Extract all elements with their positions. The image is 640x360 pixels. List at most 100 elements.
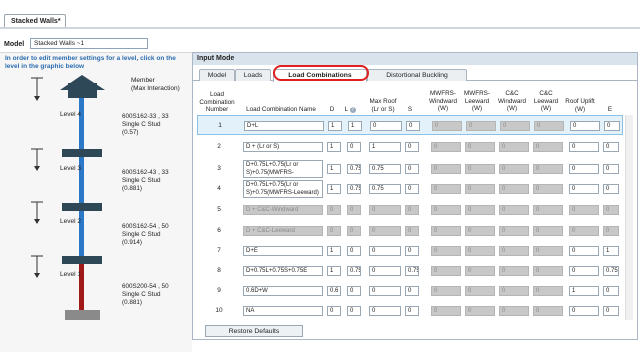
header-d: D xyxy=(329,106,335,113)
combination-name-field[interactable]: D+E xyxy=(243,246,323,256)
factor-field-up[interactable]: 0 xyxy=(569,246,599,256)
factor-field-l[interactable]: 0 xyxy=(347,286,361,296)
factor-field-roof[interactable]: 0 xyxy=(369,306,401,316)
factor-field-s[interactable]: 0 xyxy=(405,184,419,194)
factor-field-e[interactable]: 0 xyxy=(603,184,619,194)
factor-field-up[interactable]: 1 xyxy=(569,286,599,296)
factor-field-d[interactable]: 1 xyxy=(327,164,341,174)
factor-field-d[interactable]: 1 xyxy=(327,142,341,152)
factor-field-mw: 0 xyxy=(431,286,461,296)
factor-field-l[interactable]: 0.75 xyxy=(347,164,361,174)
table-row[interactable]: 8 D+0.75L+0.75S+0.75E 1 0.75 0 0.75 0 0 0 0 0 0.75 xyxy=(197,261,623,281)
factor-field-s[interactable]: 0 xyxy=(405,164,419,174)
level-4-label[interactable]: Level 4 xyxy=(60,111,81,118)
factor-field-roof[interactable]: 0 xyxy=(370,121,402,131)
level-1-label[interactable]: Level 1 xyxy=(60,271,81,278)
factor-field-e[interactable]: 0 xyxy=(603,286,619,296)
factor-field-up[interactable]: 0 xyxy=(569,266,599,276)
factor-field-s[interactable]: 0 xyxy=(405,286,419,296)
factor-field-s[interactable]: 0 xyxy=(406,121,420,131)
factor-field-l[interactable]: 0 xyxy=(347,246,361,256)
table-row[interactable]: 9 0.6D+W 0.6 0 0 0 0 0 0 0 1 0 xyxy=(197,281,623,301)
factor-field-ml: 0 xyxy=(465,306,495,316)
model-name-field[interactable]: Stacked Walls ~1 xyxy=(30,38,148,49)
factor-field-roof[interactable]: 0.75 xyxy=(369,184,401,194)
factor-field-l[interactable]: 0 xyxy=(347,142,361,152)
factor-field-s[interactable]: 0 xyxy=(405,246,419,256)
tab-loads[interactable]: Loads xyxy=(235,69,271,81)
factor-field-l[interactable]: 1 xyxy=(348,121,362,131)
factor-field-d[interactable]: 1 xyxy=(327,246,341,256)
factor-field-roof[interactable]: 1 xyxy=(369,142,401,152)
factor-field-up[interactable]: 0 xyxy=(569,164,599,174)
combination-name-field[interactable]: NA xyxy=(243,306,323,316)
factor-field-cl: 0 xyxy=(533,306,563,316)
factor-field-ml: 0 xyxy=(465,142,495,152)
restore-defaults-button[interactable]: Restore Defaults xyxy=(205,325,303,337)
factor-field-up[interactable]: 0 xyxy=(569,306,599,316)
load-arrow-icon xyxy=(31,77,43,101)
factor-field-e[interactable]: 0 xyxy=(603,306,619,316)
combination-name-field[interactable]: D+L xyxy=(244,121,324,131)
factor-field-e[interactable]: 0 xyxy=(603,142,619,152)
input-mode-tabs: Model Loads Load Combinations Distortion… xyxy=(193,67,637,82)
table-row[interactable]: 6D + C&C-Leeward 0 0 0 0 0 0 0 0 0 0 xyxy=(197,221,623,241)
factor-field-d[interactable]: 0 xyxy=(327,306,341,316)
level-2-label[interactable]: Level 2 xyxy=(60,218,81,225)
combination-name-field[interactable]: D + C&C-Windward xyxy=(243,205,323,215)
factor-field-roof[interactable]: 0 xyxy=(369,266,401,276)
table-row[interactable]: 3 D+0.75L+0.75(Lr or S)+0.75(MWFRS-Windwa… xyxy=(197,159,623,179)
load-arrow-icon xyxy=(31,201,43,224)
factor-field-s[interactable]: 0 xyxy=(405,306,419,316)
combination-name-field[interactable]: D + C&C-Leeward xyxy=(243,226,323,236)
combination-name-field[interactable]: 0.6D+W xyxy=(243,286,323,296)
tab-distortional-buckling[interactable]: Distortional Buckling xyxy=(367,69,467,81)
factor-field-up: 0 xyxy=(569,205,599,215)
factor-field-ml: 0 xyxy=(465,226,495,236)
table-row[interactable]: 10 NA 0 0 0 0 0 0 0 0 0 0 xyxy=(197,301,623,321)
factor-field-cw: 0 xyxy=(499,205,529,215)
document-tab-stacked-walls[interactable]: Stacked Walls* xyxy=(4,14,66,28)
factor-field-d[interactable]: 0.6 xyxy=(327,286,341,296)
factor-field-up[interactable]: 0 xyxy=(570,121,600,131)
table-row[interactable]: 7 D+E 1 0 0 0 0 0 0 0 0 1 xyxy=(197,241,623,261)
tab-strip-divider xyxy=(0,27,640,29)
level-3-label[interactable]: Level 3 xyxy=(60,165,81,172)
factor-field-ml: 0 xyxy=(465,184,495,194)
factor-field-up[interactable]: 0 xyxy=(569,142,599,152)
combination-name-field[interactable]: D+0.75L+0.75(Lr or S)+0.75(MWFRS-Leeward… xyxy=(243,180,323,198)
factor-field-mw: 0 xyxy=(431,205,461,215)
factor-field-s[interactable]: 0 xyxy=(405,142,419,152)
table-row[interactable]: 5D + C&C-Windward 0 0 0 0 0 0 0 0 0 0 xyxy=(197,200,623,220)
factor-field-e[interactable]: 0 xyxy=(603,164,619,174)
factor-field-e[interactable]: 0 xyxy=(604,121,620,131)
info-icon[interactable]: ? xyxy=(349,107,356,113)
factor-field-s[interactable]: 0.75 xyxy=(405,266,419,276)
factor-field-l[interactable]: 0.75 xyxy=(347,266,361,276)
combination-name-field[interactable]: D+0.75L+0.75(Lr or S)+0.75(MWFRS-Windwar… xyxy=(243,160,323,178)
factor-field-l[interactable]: 0.75 xyxy=(347,184,361,194)
factor-field-roof[interactable]: 0 xyxy=(369,246,401,256)
factor-field-d: 0 xyxy=(327,226,341,236)
factor-field-cw: 0 xyxy=(499,184,529,194)
factor-field-up[interactable]: 0 xyxy=(569,184,599,194)
factor-field-mw: 0 xyxy=(431,306,461,316)
factor-field-roof[interactable]: 0.75 xyxy=(369,164,401,174)
factor-field-e[interactable]: 1 xyxy=(603,246,619,256)
factor-field-roof[interactable]: 0 xyxy=(369,286,401,296)
factor-field-cw: 0 xyxy=(499,306,529,316)
factor-field-e[interactable]: 0.75 xyxy=(603,266,619,276)
tab-model[interactable]: Model xyxy=(199,69,235,81)
combination-name-field[interactable]: D+0.75L+0.75S+0.75E xyxy=(243,266,323,276)
table-scrollbar[interactable] xyxy=(625,115,633,320)
factor-field-l[interactable]: 0 xyxy=(347,306,361,316)
table-row[interactable]: 4 D+0.75L+0.75(Lr or S)+0.75(MWFRS-Leewar… xyxy=(197,179,623,199)
factor-field-d[interactable]: 1 xyxy=(328,121,342,131)
factor-field-d[interactable]: 1 xyxy=(327,184,341,194)
table-row[interactable]: 1 D+L 1 1 0 0 0 0 0 0 0 0 xyxy=(197,115,623,135)
factor-field-d[interactable]: 1 xyxy=(327,266,341,276)
table-row[interactable]: 2D + (Lr or S) 1 0 1 0 0 0 0 0 0 0 xyxy=(197,137,623,157)
factor-field-cl: 0 xyxy=(533,205,563,215)
factor-field-cl: 0 xyxy=(533,226,563,236)
combination-name-field[interactable]: D + (Lr or S) xyxy=(243,142,323,152)
